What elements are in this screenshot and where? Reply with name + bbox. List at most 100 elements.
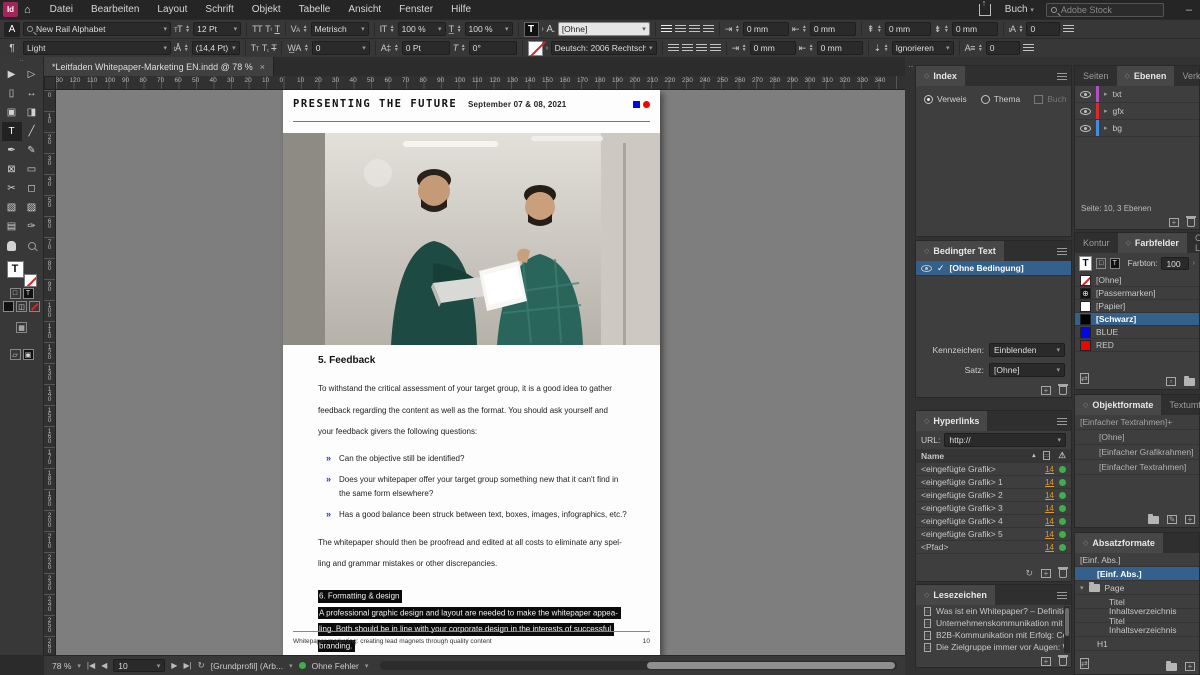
line-tool[interactable]: ╱ <box>22 122 42 141</box>
vscale-field[interactable]: 100 %▾ <box>398 22 446 36</box>
share-icon[interactable] <box>979 4 991 16</box>
page-tool[interactable]: ▯ <box>2 84 22 103</box>
underline-icon[interactable]: T <box>275 24 280 34</box>
next-page-button[interactable]: ▶ <box>171 661 177 670</box>
hscale-stepper[interactable]: ▲▼ <box>457 25 462 33</box>
fill-color-proxy[interactable]: T <box>524 22 539 37</box>
preflight-profile[interactable]: [Grundprofil] (Arb... <box>211 661 283 671</box>
page-link[interactable]: 14 <box>1045 530 1054 539</box>
page-link[interactable]: 14 <box>1045 517 1054 526</box>
indent-last-stepper[interactable]: ▲▼ <box>742 44 747 52</box>
delete-hyperlink-icon[interactable] <box>1059 569 1067 578</box>
tracking-stepper[interactable]: ▲▼ <box>304 44 309 52</box>
eyedropper-tool[interactable]: ✑ <box>22 217 42 236</box>
indent-right-stepper[interactable]: ▲▼ <box>809 44 814 52</box>
error-status[interactable]: Ohne Fehler <box>312 661 359 671</box>
space-before-field[interactable]: 0 mm <box>885 22 931 36</box>
selected-text-line[interactable]: A professional graphic design and layout… <box>318 605 630 622</box>
tab-textumfluss[interactable]: Textumfluss <box>1161 395 1200 415</box>
expand-chevron-icon[interactable]: ▸ <box>1104 107 1108 115</box>
note-tool[interactable]: ▤ <box>2 217 22 236</box>
sort-icon[interactable]: ▴ <box>1032 452 1035 459</box>
new-style-icon[interactable]: + <box>1185 662 1195 671</box>
panel-menu-icon[interactable] <box>1057 592 1067 599</box>
panel-menu-icon[interactable] <box>1057 248 1067 255</box>
all-caps-icon[interactable]: TT <box>252 24 262 34</box>
new-layer-icon[interactable]: + <box>1169 218 1179 227</box>
vscale-stepper[interactable]: ▲▼ <box>390 25 395 33</box>
tracking-field[interactable]: 0▾ <box>312 41 370 55</box>
frame-tool[interactable]: ⊠ <box>2 160 22 179</box>
pasteboard[interactable]: PRESENTING THE FUTURE September 07 & 08,… <box>56 90 905 655</box>
style-group-icon[interactable] <box>1166 663 1177 671</box>
align-right-icon[interactable] <box>689 25 700 33</box>
leading-field[interactable]: (14,4 Pt)▾ <box>192 41 240 55</box>
font-size-field[interactable]: 12 Pt▾ <box>193 22 241 36</box>
fill-expand-icon[interactable]: › <box>542 26 544 33</box>
new-hyperlink-icon[interactable]: + <box>1041 569 1051 578</box>
condition-row[interactable]: ✓ [Ohne Bedingung] <box>916 261 1071 276</box>
layer-row[interactable]: ▸ gfx <box>1075 103 1199 120</box>
hand-tool[interactable] <box>2 236 22 255</box>
swatch-row[interactable]: [Schwarz] <box>1075 313 1199 326</box>
intro-line[interactable]: To withstand the critical assessment of … <box>318 378 630 400</box>
menu-ansicht[interactable]: Ansicht <box>339 0 390 19</box>
stroke-color-proxy[interactable] <box>528 41 543 56</box>
page-photo[interactable] <box>283 133 660 345</box>
zoom-dropdown-icon[interactable]: ▾ <box>77 662 81 670</box>
menu-tabelle[interactable]: Tabelle <box>290 0 340 19</box>
swatch-view-icon[interactable]: ▫ <box>1166 377 1176 386</box>
layer-visibility-icon[interactable] <box>1080 108 1091 115</box>
font-family-field[interactable]: New Rail Alphabet▾ <box>23 22 171 36</box>
container-toggle-icon[interactable]: □ <box>1096 258 1106 269</box>
direct-selection-tool[interactable]: ▷ <box>22 65 42 84</box>
object-style-row[interactable]: [Einfacher Grafikrahmen] <box>1075 445 1199 460</box>
selected-text-line[interactable]: 6. Formatting & design <box>318 589 630 606</box>
hyperlink-row[interactable]: <eingefügte Grafik> 214 <box>916 489 1071 502</box>
preview-mode-button[interactable]: ▱ <box>10 349 21 360</box>
object-style-row[interactable]: [Einfacher Textrahmen] <box>1075 460 1199 475</box>
indent-left-stepper[interactable]: ▲▼ <box>735 25 740 33</box>
style-options-icon[interactable]: ⇄ <box>1080 658 1089 669</box>
tab-bedingter-text[interactable]: ◇Bedingter Text <box>916 241 1004 261</box>
hyperlink-row[interactable]: <Pfad>14 <box>916 541 1071 554</box>
para-formatting-icon[interactable]: ¶ <box>4 41 20 56</box>
close-tab-icon[interactable]: × <box>260 62 265 72</box>
tab-ebenen[interactable]: ◇Ebenen <box>1117 66 1175 86</box>
page-number-field[interactable]: 10▾ <box>113 659 165 672</box>
zoom-level[interactable]: 78 % <box>52 661 71 671</box>
kerning-stepper[interactable]: ▲▼ <box>303 25 308 33</box>
visibility-eye-icon[interactable] <box>921 265 932 272</box>
layer-row[interactable]: ▸ txt <box>1075 86 1199 103</box>
para-line[interactable]: The whitepaper should then be proofread … <box>318 532 630 554</box>
leading-stepper[interactable]: ▲▼ <box>184 44 189 52</box>
hyperlink-row[interactable]: <eingefügte Grafik> 514 <box>916 528 1071 541</box>
numbered-list-icon[interactable] <box>1023 44 1034 52</box>
page-body-text[interactable]: 5. Feedback To withstand the critical as… <box>318 355 630 655</box>
radio-verweis[interactable]: Verweis <box>924 94 967 104</box>
bookmarks-scrollbar[interactable] <box>1064 606 1070 653</box>
update-hyperlinks-icon[interactable]: ↻ <box>1025 568 1033 579</box>
panel-collapse-icon[interactable]: ‥ <box>908 60 913 69</box>
strikethrough-icon[interactable]: T <box>271 43 276 53</box>
page-footer[interactable]: Whitepaper marketing: creating lead magn… <box>293 638 650 645</box>
align-center-icon[interactable] <box>675 25 686 33</box>
tab-hyperlinks[interactable]: ◇Hyperlinks <box>916 411 987 431</box>
swatch-row[interactable]: RED <box>1075 339 1199 352</box>
ignore-grid-field[interactable]: Ignorieren▾ <box>892 41 954 55</box>
bookmark-item[interactable]: Was ist ein Whitepaper? – Definition,... <box>916 605 1071 617</box>
content-placer-tool[interactable]: ◨ <box>22 103 42 122</box>
free-transform-tool[interactable]: ◻ <box>22 179 42 198</box>
stroke-expand-icon[interactable]: › <box>546 45 548 52</box>
hyperlink-row[interactable]: <eingefügte Grafik>14 <box>916 463 1071 476</box>
justify-center-icon[interactable] <box>682 44 693 52</box>
new-bookmark-icon[interactable]: + <box>1041 657 1051 666</box>
apply-none-button[interactable] <box>29 301 40 312</box>
page-link[interactable]: 14 <box>1045 491 1054 500</box>
dropcap-lines-stepper[interactable]: ▲▼ <box>1019 25 1024 33</box>
new-style-icon[interactable]: + <box>1185 515 1195 524</box>
collapse-button[interactable]: – <box>1178 4 1200 16</box>
scrollbar-thumb[interactable] <box>647 662 895 669</box>
tab-seiten[interactable]: Seiten <box>1075 66 1117 86</box>
page-header[interactable]: PRESENTING THE FUTURE September 07 & 08,… <box>293 98 650 110</box>
